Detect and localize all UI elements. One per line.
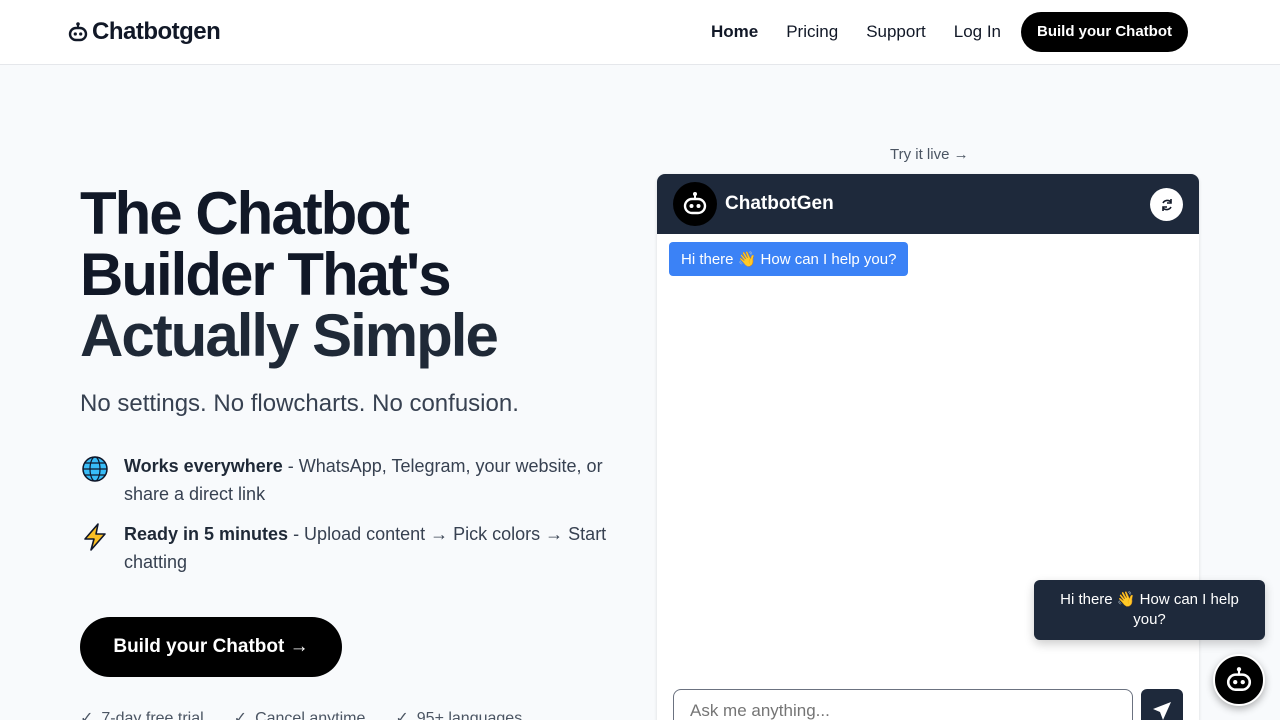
logo[interactable]: Chatbotgen <box>68 18 221 46</box>
feature-list: Works everywhere - WhatsApp, Telegram, y… <box>80 452 640 588</box>
perk-list: ✓ 7-day free trial ✓ Cancel anytime ✓ 95+ l… <box>80 708 522 720</box>
nav-home-link[interactable]: Home <box>711 12 758 52</box>
main-nav: Home Pricing Support Log In Build your C… <box>711 12 1216 52</box>
chat-message-input[interactable] <box>673 689 1133 720</box>
perk-item: ✓ Cancel anytime <box>234 708 366 720</box>
feature-item: Works everywhere - WhatsApp, Telegram, y… <box>80 452 640 508</box>
hero-title-line-1: The Chatbot <box>80 180 410 247</box>
chat-launcher-button[interactable] <box>1213 654 1265 706</box>
nav-login-link[interactable]: Log In <box>954 12 1001 52</box>
globe-icon <box>82 456 108 482</box>
bot-logo-icon <box>68 22 88 42</box>
perk-item: ✓ 95+ languages <box>395 708 522 720</box>
check-icon: ✓ <box>80 710 94 720</box>
send-icon <box>1153 702 1171 720</box>
bot-face-icon <box>1226 667 1252 691</box>
feature-item: Ready in 5 minutes - Upload content → Pi… <box>80 520 640 576</box>
perk-item: ✓ 7-day free trial <box>80 708 204 720</box>
chat-header: ChatbotGen <box>657 174 1199 234</box>
check-icon: ✓ <box>395 710 409 720</box>
bot-name: ChatbotGen <box>725 193 834 214</box>
hero-title-line-3: Actually Simple <box>80 302 499 369</box>
hero-title-line-2: Builder That's <box>80 241 452 308</box>
nav-support-link[interactable]: Support <box>866 12 926 52</box>
feature-title: Works everywhere <box>124 456 283 476</box>
hero-title: The Chatbot Builder That's Actually Simp… <box>80 180 499 369</box>
refresh-icon <box>1161 198 1172 211</box>
hero-build-chatbot-button[interactable]: Build your Chatbot → <box>80 617 342 677</box>
check-icon: ✓ <box>233 710 248 720</box>
try-it-live-label: Try it live → <box>890 146 969 163</box>
header-build-chatbot-button[interactable]: Build your Chatbot <box>1021 12 1188 52</box>
nav-pricing-link[interactable]: Pricing <box>786 12 838 52</box>
bot-face-icon <box>683 192 707 215</box>
send-message-button[interactable] <box>1141 689 1183 720</box>
lightning-icon <box>84 523 106 551</box>
feature-title: Ready in 5 minutes <box>124 524 289 544</box>
reset-chat-button[interactable] <box>1150 188 1183 221</box>
site-header: Chatbotgen Home Pricing Support Log In B… <box>0 0 1280 65</box>
logo-text: Chatbotgen <box>92 18 221 45</box>
bot-avatar <box>673 182 717 226</box>
floating-greeting-bubble[interactable]: Hi there 👋 How can I help you? <box>1034 580 1265 640</box>
bot-greeting-message: Hi there 👋 How can I help you? <box>669 242 909 276</box>
hero-subtitle: No settings. No flowcharts. No confusion… <box>80 390 519 417</box>
